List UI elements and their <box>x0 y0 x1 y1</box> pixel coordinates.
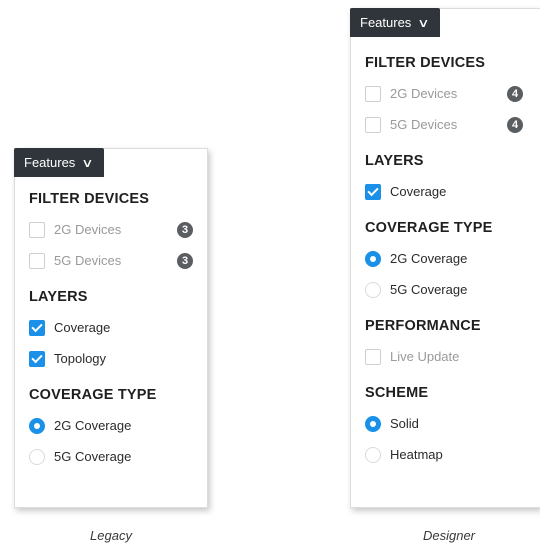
count-badge: 3 <box>177 253 193 269</box>
radio-selected[interactable] <box>365 416 381 432</box>
layer-label: Coverage <box>54 320 111 335</box>
coverage-label: 2G Coverage <box>390 251 468 266</box>
performance-label: Live Update <box>390 349 460 364</box>
caption-designer: Designer <box>422 528 476 543</box>
layer-label: Topology <box>54 351 107 366</box>
coverage-label: 5G Coverage <box>390 282 468 297</box>
legacy-features-panel: Features ∨ FILTER DEVICES 2G Devices 3 5… <box>14 148 208 508</box>
scheme-heatmap[interactable]: Heatmap <box>365 445 540 465</box>
radio[interactable] <box>29 449 45 465</box>
count-badge: 4 <box>507 86 523 102</box>
section-title-filter-devices: FILTER DEVICES <box>365 55 486 71</box>
section-title-filter-devices: FILTER DEVICES <box>29 191 150 207</box>
coverage-label: 2G Coverage <box>54 418 132 433</box>
layer-coverage[interactable]: Coverage <box>365 182 540 202</box>
count-badge: 3 <box>177 222 193 238</box>
layer-label: Coverage <box>390 184 447 199</box>
scheme-label: Solid <box>390 416 419 431</box>
coverage-2g[interactable]: 2G Coverage <box>29 416 207 436</box>
section-title-scheme: SCHEME <box>365 385 429 401</box>
scheme-solid[interactable]: Solid <box>365 414 540 434</box>
designer-features-panel: Features ∨ FILTER DEVICES 2G Devices 4 5… <box>350 8 540 508</box>
checkbox-checked[interactable] <box>29 351 45 367</box>
filter-5g-devices[interactable]: 5G Devices 3 <box>29 251 207 271</box>
radio-selected[interactable] <box>365 251 381 267</box>
filter-5g-devices[interactable]: 5G Devices 4 <box>365 115 540 135</box>
checkbox[interactable] <box>29 253 45 269</box>
checkbox-checked[interactable] <box>365 184 381 200</box>
coverage-5g[interactable]: 5G Coverage <box>29 447 207 467</box>
filter-label: 5G Devices <box>54 253 122 268</box>
coverage-label: 5G Coverage <box>54 449 132 464</box>
performance-live-update[interactable]: Live Update <box>365 347 540 367</box>
filter-label: 2G Devices <box>390 86 458 101</box>
features-dropdown-button[interactable]: Features ∨ <box>14 148 105 177</box>
filter-2g-devices[interactable]: 2G Devices 4 <box>365 84 540 104</box>
coverage-5g[interactable]: 5G Coverage <box>365 280 540 300</box>
features-label: Features <box>360 15 412 30</box>
section-title-layers: LAYERS <box>365 153 424 169</box>
filter-label: 5G Devices <box>390 117 458 132</box>
section-title-coverage-type: COVERAGE TYPE <box>29 387 157 403</box>
caption-legacy: Legacy <box>90 528 132 543</box>
chevron-down-icon: ∨ <box>81 155 94 170</box>
section-title-layers: LAYERS <box>29 289 88 305</box>
layer-coverage[interactable]: Coverage <box>29 318 207 338</box>
checkbox-checked[interactable] <box>29 320 45 336</box>
radio[interactable] <box>365 282 381 298</box>
features-label: Features <box>24 155 76 170</box>
checkbox[interactable] <box>365 117 381 133</box>
checkbox[interactable] <box>365 86 381 102</box>
features-dropdown-button[interactable]: Features ∨ <box>350 8 441 37</box>
radio[interactable] <box>365 447 381 463</box>
checkbox[interactable] <box>365 349 381 365</box>
count-badge: 4 <box>507 117 523 133</box>
section-title-coverage-type: COVERAGE TYPE <box>365 220 493 236</box>
scheme-label: Heatmap <box>390 447 443 462</box>
filter-2g-devices[interactable]: 2G Devices 3 <box>29 220 207 240</box>
layer-topology[interactable]: Topology <box>29 349 207 369</box>
radio-selected[interactable] <box>29 418 45 434</box>
checkbox[interactable] <box>29 222 45 238</box>
section-title-performance: PERFORMANCE <box>365 318 481 334</box>
chevron-down-icon: ∨ <box>417 15 430 30</box>
filter-label: 2G Devices <box>54 222 122 237</box>
coverage-2g[interactable]: 2G Coverage <box>365 249 540 269</box>
